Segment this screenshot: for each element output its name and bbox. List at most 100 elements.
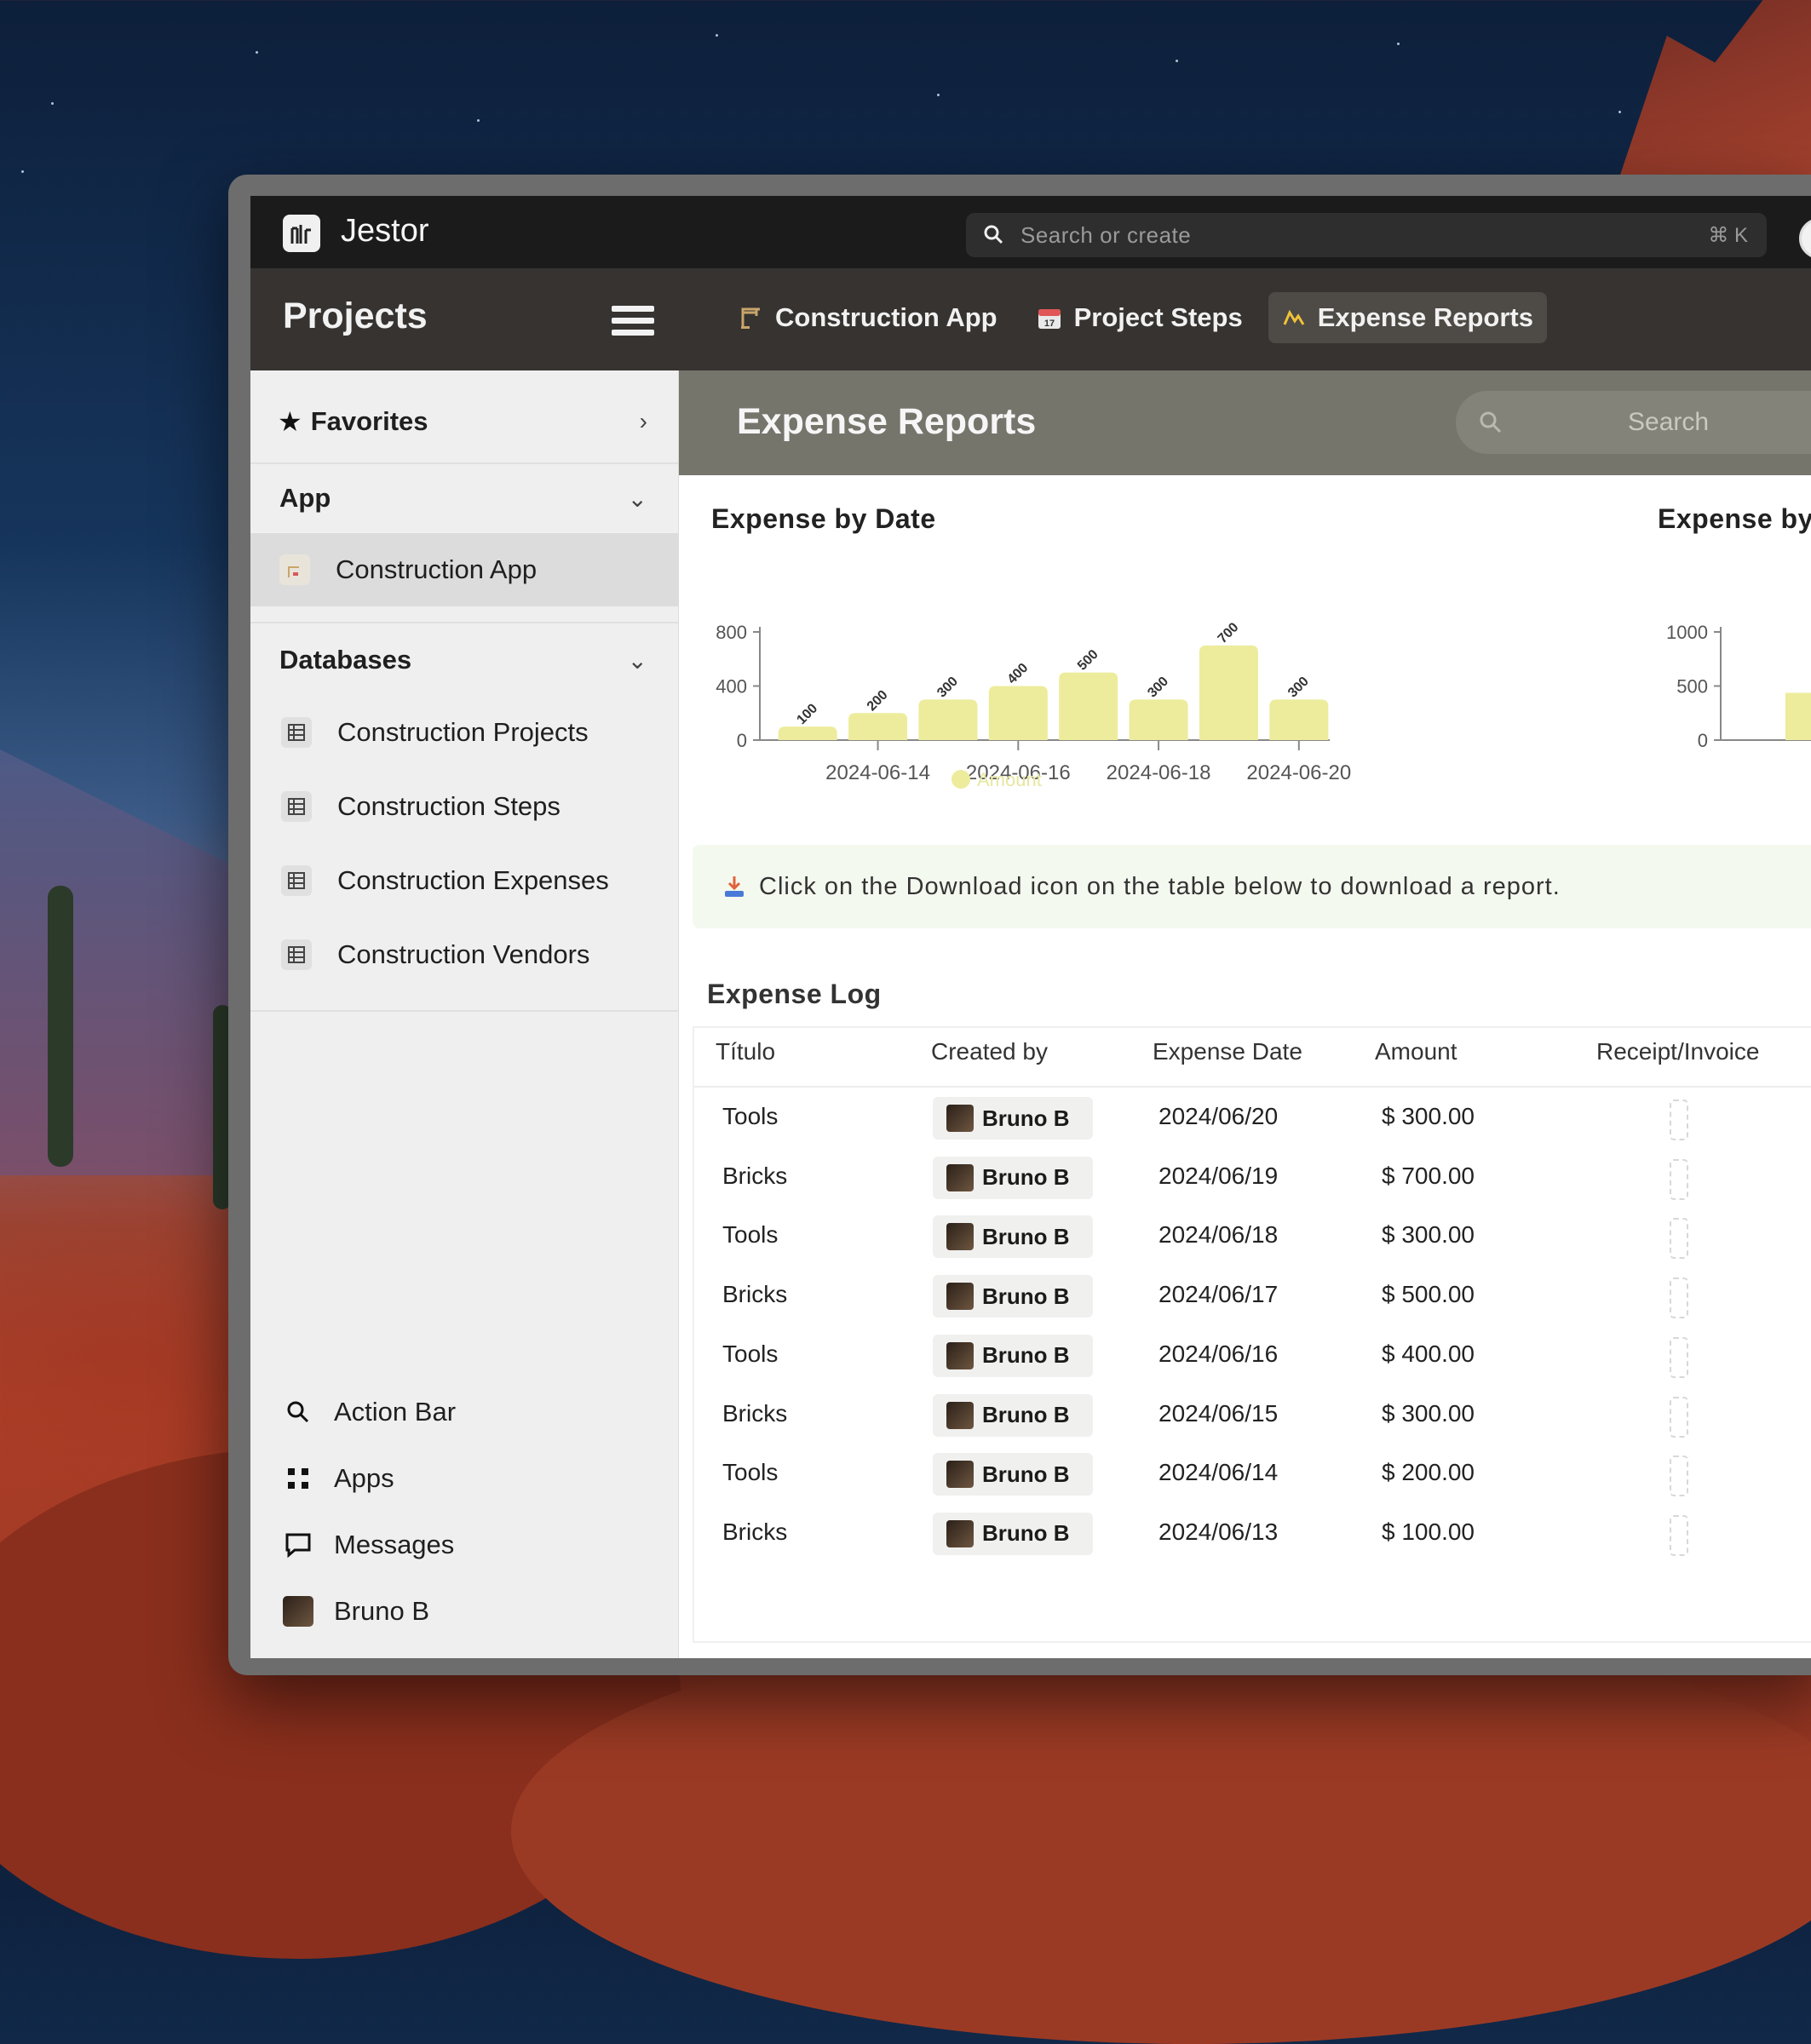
sidebar-item-construction-projects[interactable]: Construction Projects (250, 707, 678, 758)
table-row[interactable]: Bricks Bruno B 2024/06/19 $ 700.00 (694, 1149, 1811, 1209)
data-label: 300 (1285, 675, 1312, 701)
calendar-icon: 17 (1037, 305, 1062, 330)
sidebar-favorites[interactable]: ★ Favorites › (250, 396, 678, 447)
data-label: 400 (1005, 661, 1032, 687)
profile-avatar[interactable] (1799, 218, 1811, 259)
table-row[interactable]: Tools Bruno B 2024/06/14 $ 200.00 (694, 1445, 1811, 1505)
page-title: Projects (283, 296, 428, 336)
sidebar-item-user[interactable]: Bruno B (250, 1586, 678, 1637)
receipt-thumbnail[interactable] (1670, 1514, 1688, 1556)
user-chip[interactable]: Bruno B (933, 1334, 1093, 1377)
cell-expense-date: 2024/06/16 (1158, 1340, 1279, 1367)
cell-expense-date: 2024/06/14 (1158, 1459, 1279, 1486)
dune (511, 1618, 1811, 2044)
user-chip[interactable]: Bruno B (933, 1453, 1093, 1496)
receipt-thumbnail[interactable] (1670, 1455, 1688, 1497)
sidebar-item-construction-steps[interactable]: Construction Steps (250, 781, 678, 832)
x-tick-label: 2024-06-20 (1246, 761, 1351, 784)
search-icon (281, 1399, 315, 1425)
table-row[interactable]: Bricks Bruno B 2024/06/15 $ 300.00 (694, 1387, 1811, 1446)
favorites-label: Favorites (310, 406, 428, 436)
user-chip[interactable]: Bruno B (933, 1393, 1093, 1437)
cell-titulo: Tools (722, 1459, 779, 1486)
sidebar-item-messages[interactable]: Messages (250, 1519, 678, 1570)
receipt-thumbnail[interactable] (1670, 1278, 1688, 1319)
column-header-created-by[interactable]: Created by (931, 1038, 1048, 1065)
receipt-thumbnail[interactable] (1670, 1100, 1688, 1140)
sidebar-item-construction-vendors[interactable]: Construction Vendors (250, 929, 678, 980)
sidebar-item-construction-expenses[interactable]: Construction Expenses (250, 855, 678, 906)
sidebar-section-app[interactable]: App ⌄ (250, 473, 678, 524)
user-chip[interactable]: Bruno B (933, 1512, 1093, 1555)
column-header-amount[interactable]: Amount (1375, 1038, 1457, 1065)
cell-titulo: Tools (722, 1103, 779, 1129)
column-header-receipt[interactable]: Receipt/Invoice (1596, 1038, 1759, 1065)
expense-by-date-chart: 04008001002002024-06-143004002024-06-165… (716, 620, 1351, 790)
user-chip[interactable]: Bruno B (933, 1156, 1093, 1199)
avatar (946, 1283, 974, 1311)
receipt-thumbnail[interactable] (1670, 1218, 1688, 1260)
star (1176, 60, 1178, 62)
main-search-input[interactable]: Search (1456, 391, 1811, 454)
cell-amount: $ 500.00 (1382, 1281, 1475, 1308)
chevron-right-icon: › (639, 408, 647, 434)
tab-construction-app[interactable]: Construction App (726, 292, 1011, 343)
column-header-titulo[interactable]: Título (716, 1038, 775, 1065)
app-window: Jestor Search or create ⌘ K Projects Con… (228, 175, 1811, 1675)
main-title: Expense Reports (737, 401, 1037, 442)
search-icon (983, 224, 1005, 246)
chart-icon (1282, 306, 1306, 330)
tab-label: Expense Reports (1317, 302, 1533, 332)
cell-expense-date: 2024/06/17 (1158, 1281, 1279, 1308)
table-icon (281, 865, 312, 896)
data-label: 300 (1145, 675, 1171, 701)
tab-expense-reports[interactable]: Expense Reports (1268, 292, 1547, 343)
table-row[interactable]: Tools Bruno B 2024/06/18 $ 300.00 (694, 1208, 1811, 1267)
column-header-expense-date[interactable]: Expense Date (1153, 1038, 1302, 1065)
x-tick-label: 2024-06-14 (825, 761, 930, 784)
tab-label: Construction App (775, 302, 997, 332)
rock-formation (1618, 0, 1811, 179)
table-row[interactable]: Bricks Bruno B 2024/06/17 $ 500.00 (694, 1267, 1811, 1327)
search-placeholder: Search or create (1020, 221, 1192, 248)
sidebar-item-action-bar[interactable]: Action Bar (250, 1387, 678, 1438)
user-name: Bruno B (982, 1283, 1070, 1309)
user-chip[interactable]: Bruno B (933, 1275, 1093, 1318)
receipt-thumbnail[interactable] (1670, 1158, 1688, 1200)
legend-swatch (951, 770, 970, 789)
cell-titulo: Bricks (722, 1518, 788, 1545)
star (716, 34, 718, 37)
sidebar: ★ Favorites › App ⌄ Construction App Dat… (250, 370, 679, 1658)
data-label: 200 (865, 687, 891, 714)
user-chip[interactable]: Bruno B (933, 1097, 1093, 1140)
cell-titulo: Bricks (722, 1162, 788, 1189)
cell-amount: $ 100.00 (1382, 1518, 1475, 1545)
user-chip[interactable]: Bruno B (933, 1215, 1093, 1259)
sidebar-item-apps[interactable]: Apps (250, 1453, 678, 1504)
cell-titulo: Bricks (722, 1281, 788, 1308)
sidebar-section-databases[interactable]: Databases ⌄ (250, 634, 678, 686)
table-row[interactable]: Tools Bruno B 2024/06/16 $ 400.00 (694, 1327, 1811, 1387)
divider (250, 622, 678, 623)
table-row[interactable]: Bricks Bruno B 2024/06/13 $ 100.00 (694, 1505, 1811, 1565)
shortcut-hint: ⌘ K (1708, 223, 1748, 247)
receipt-thumbnail[interactable] (1670, 1336, 1688, 1378)
table-row[interactable]: Tools Bruno B 2024/06/20 $ 300.00 (694, 1089, 1811, 1149)
svg-text:17: 17 (1043, 319, 1054, 329)
sidebar-item-construction-app[interactable]: Construction App (250, 533, 678, 606)
sidebar-item-label: Action Bar (334, 1397, 457, 1427)
global-search-input[interactable]: Search or create ⌘ K (966, 213, 1767, 257)
app-name: Jestor (341, 213, 429, 249)
legend-label: Amount (977, 769, 1042, 790)
jestor-logo-icon[interactable] (283, 215, 320, 252)
nav-bar: Projects Construction App 17 Project Ste… (250, 268, 1811, 370)
star (51, 102, 54, 105)
main-content: Expense Reports Search Expense by Date 0… (679, 370, 1811, 1658)
chevron-down-icon: ⌄ (627, 646, 647, 674)
star (1618, 111, 1621, 113)
user-name: Bruno B (982, 1520, 1070, 1547)
receipt-thumbnail[interactable] (1670, 1396, 1688, 1438)
menu-icon[interactable] (612, 306, 654, 338)
user-name: Bruno B (982, 1105, 1070, 1131)
tab-project-steps[interactable]: 17 Project Steps (1023, 292, 1256, 343)
